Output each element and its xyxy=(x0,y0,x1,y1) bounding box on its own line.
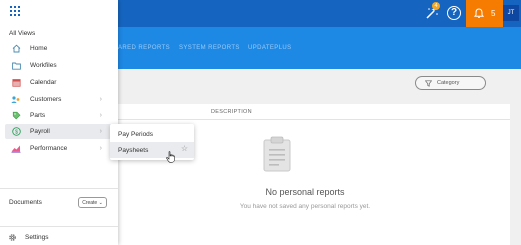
submenu-item-pay-periods[interactable]: Pay Periods xyxy=(110,126,194,142)
bell-icon xyxy=(474,8,484,18)
tab-updateplus[interactable]: UPDATEPLUS xyxy=(248,45,292,51)
gear-icon xyxy=(9,234,16,241)
performance-icon xyxy=(11,144,21,154)
hand-cursor-icon xyxy=(166,150,176,168)
settings-label: Settings xyxy=(25,234,49,241)
sidebar-item-label: Workfiles xyxy=(30,62,57,69)
table-header: DESCRIPTION xyxy=(100,104,510,120)
tab-shared-reports[interactable]: ARED REPORTS xyxy=(118,45,170,51)
clipboard-icon xyxy=(263,136,291,177)
sidebar-item-label: Customers xyxy=(30,96,62,103)
app-grid-icon[interactable] xyxy=(10,6,20,16)
chevron-right-icon: › xyxy=(99,112,102,119)
notifications-button[interactable]: 5 xyxy=(466,0,503,27)
submenu-item-paysheets[interactable]: Paysheets ☆ xyxy=(110,142,194,158)
sidebar-item-label: Parts xyxy=(30,112,46,119)
folder-icon xyxy=(11,61,21,71)
category-label: Category xyxy=(437,80,460,86)
chevron-right-icon: › xyxy=(99,96,102,103)
description-column-header: DESCRIPTION xyxy=(211,109,252,115)
sidebar-item-workfiles[interactable]: Workfiles xyxy=(5,58,112,73)
side-navigation: All Views Home Workfiles Calendar Custom… xyxy=(0,0,118,245)
tab-system-reports[interactable]: SYSTEM REPORTS xyxy=(179,45,240,51)
submenu-item-label: Pay Periods xyxy=(118,130,154,138)
sidebar-item-label: Calendar xyxy=(30,79,57,86)
empty-state-subtitle: You have not saved any personal reports … xyxy=(239,203,371,210)
home-icon xyxy=(11,44,21,54)
svg-text:$: $ xyxy=(14,129,17,135)
all-views-heading: All Views xyxy=(9,30,36,37)
customers-icon xyxy=(11,95,21,105)
sidebar-item-label: Performance xyxy=(30,145,68,152)
sidebar-item-payroll[interactable]: $ Payroll › xyxy=(5,124,112,139)
payroll-icon: $ xyxy=(11,127,21,137)
user-avatar[interactable]: JT xyxy=(503,5,519,21)
chevron-right-icon: › xyxy=(99,145,102,152)
help-icon[interactable]: ? xyxy=(445,3,463,23)
divider xyxy=(0,188,118,189)
submenu-item-label: Paysheets xyxy=(118,146,149,154)
sidebar-item-label: Payroll xyxy=(30,128,50,135)
category-filter-button[interactable]: Category xyxy=(415,76,486,90)
sidebar-item-home[interactable]: Home xyxy=(5,41,112,56)
sidebar-item-calendar[interactable]: Calendar xyxy=(5,75,112,90)
notification-badge: 4 xyxy=(432,2,440,10)
calendar-icon xyxy=(11,78,21,88)
sidebar-item-parts[interactable]: Parts › xyxy=(5,108,112,123)
notification-count: 5 xyxy=(491,9,496,18)
divider xyxy=(0,226,118,227)
payroll-submenu: Pay Periods Paysheets ☆ xyxy=(110,124,194,160)
create-document-button[interactable]: Create ⌄ xyxy=(78,197,107,208)
empty-state-title: No personal reports xyxy=(265,187,345,197)
sidebar-item-customers[interactable]: Customers › xyxy=(5,92,112,107)
filter-icon xyxy=(425,79,432,87)
documents-label: Documents xyxy=(9,199,42,206)
parts-icon xyxy=(11,111,21,121)
sidebar-item-performance[interactable]: Performance › xyxy=(5,141,112,156)
sidebar-item-label: Home xyxy=(30,45,48,52)
sidebar-item-settings[interactable]: Settings xyxy=(8,233,49,242)
star-icon[interactable]: ☆ xyxy=(181,144,188,153)
chevron-right-icon: › xyxy=(99,128,102,135)
